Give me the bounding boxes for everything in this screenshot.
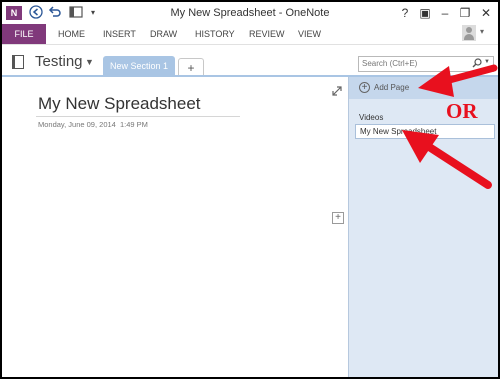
onenote-window: N ▾ My New Spreadsheet - OneNote ? ▣ – ❐… bbox=[2, 2, 498, 377]
annotation-arrows bbox=[402, 64, 498, 189]
arrow-to-add-page-icon bbox=[418, 64, 498, 97]
or-annotation-label: OR bbox=[446, 99, 478, 123]
arrow-to-plus-tab-icon bbox=[402, 130, 492, 189]
